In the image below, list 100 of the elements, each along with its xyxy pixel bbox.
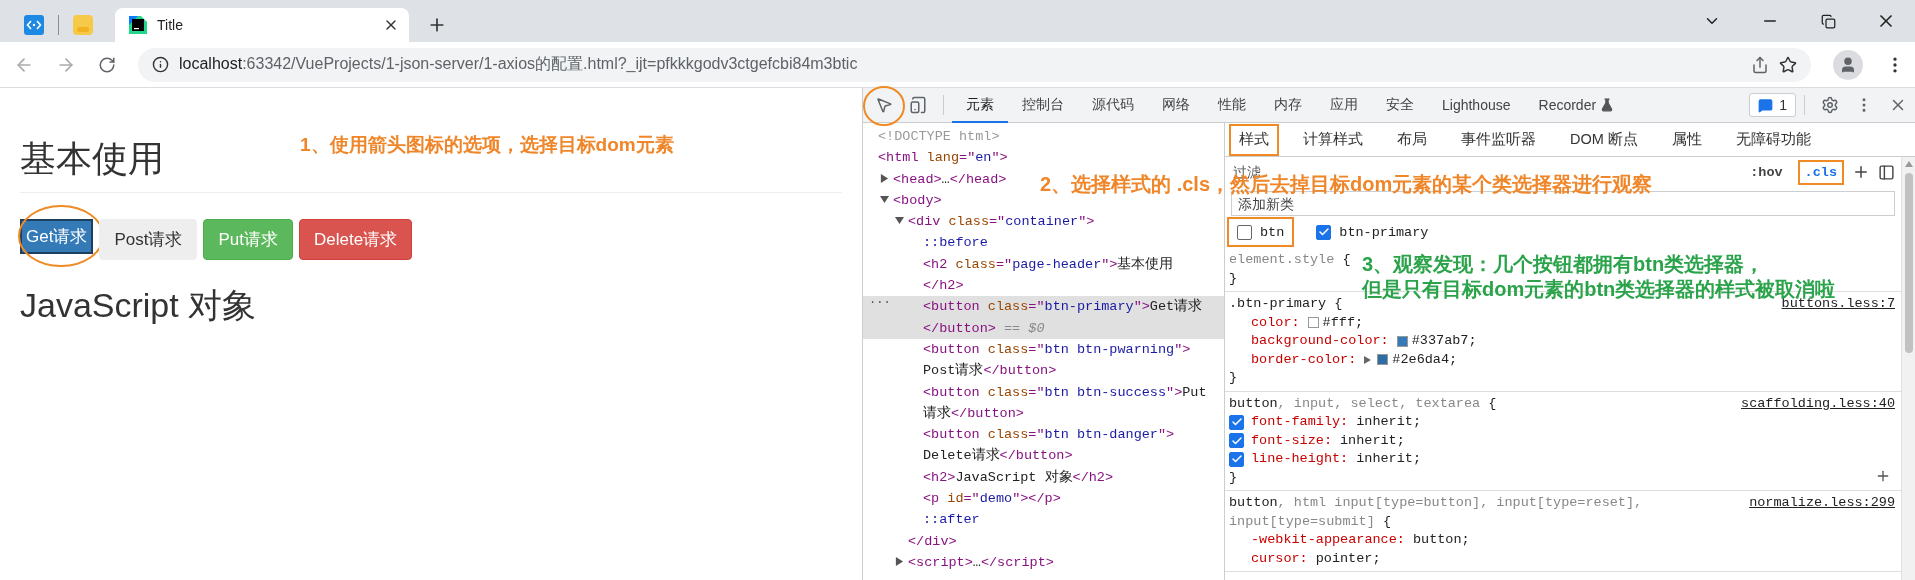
property-name: color:	[1251, 313, 1300, 332]
styles-tab[interactable]: DOM 断点	[1560, 123, 1648, 156]
request-button[interactable]: Get请求	[20, 219, 94, 254]
code-line[interactable]: 请求</button>	[923, 402, 1024, 425]
annotation-text: 3、观察发现：几个按钮都拥有btn类选择器， 但是只有目标dom元素的btn类选择器的样式被取消啦	[1362, 252, 1836, 300]
property-name: cursor:	[1251, 549, 1308, 568]
styles-tab[interactable]: 布局	[1387, 123, 1437, 156]
styles-tab[interactable]: 样式	[1229, 123, 1279, 156]
closing-brace: }	[1229, 269, 1238, 288]
star-icon[interactable]	[1779, 55, 1797, 74]
address-bar[interactable]: localhost:63342/VueProjects/1-json-server/1-axios的配置.html?_ijt=pfkkkgodv3ctgefcbi84m3btic	[138, 47, 1811, 82]
class-label: btn	[1260, 224, 1285, 240]
code-line[interactable]: <button class="btn-primary">Get请求	[923, 296, 1203, 318]
styles-tab[interactable]: 事件监听器	[1451, 123, 1546, 156]
reload-icon[interactable]	[98, 55, 116, 74]
property-name: background-color:	[1251, 332, 1389, 350]
request-button[interactable]: Post请求	[99, 219, 198, 260]
code-line[interactable]: <h2 class="page-header">基本使用	[923, 253, 1174, 276]
expand-triangle-icon[interactable]	[880, 173, 889, 183]
collapse-triangle-icon[interactable]	[880, 195, 889, 205]
devtools-tab[interactable]: 应用	[1316, 87, 1372, 123]
devtools-tab[interactable]: 源代码	[1078, 87, 1148, 123]
code-line[interactable]: <body>	[893, 189, 942, 212]
code-line[interactable]: ::after	[923, 509, 980, 531]
code-line[interactable]: <div class="container">	[908, 211, 1095, 233]
property-value: inherit;	[1356, 450, 1422, 468]
flask-icon	[1600, 98, 1615, 112]
selected-row[interactable]: </button> == $0	[863, 317, 1224, 339]
code-line[interactable]: ::before	[923, 232, 988, 254]
devtools-tab[interactable]: 性能	[1204, 87, 1260, 123]
more-indicator[interactable]: ···	[869, 296, 891, 311]
code-line[interactable]: </h2>	[923, 275, 964, 297]
share-icon[interactable]	[1751, 55, 1769, 74]
css-selector: button, html input[type=button], input[type=reset],	[1229, 494, 1643, 512]
code-line[interactable]: <button class="btn btn-success">Put	[923, 381, 1207, 403]
code-line[interactable]: <button class="btn btn-danger">	[923, 424, 1175, 446]
code-line[interactable]: </button> == $0	[923, 317, 1045, 339]
checkbox[interactable]	[1229, 433, 1244, 449]
property-value: #2e6da4;	[1392, 350, 1458, 369]
code-line[interactable]: <head>…</head>	[893, 168, 1007, 190]
styles-tab[interactable]: 属性	[1661, 123, 1712, 156]
page-subheading: JavaScript 对象	[20, 285, 258, 325]
expand-triangle-icon[interactable]	[1364, 355, 1372, 364]
sidebar-toggle-icon[interactable]	[1878, 163, 1895, 181]
devtools-tab[interactable]: 安全	[1372, 87, 1428, 123]
property-name: font-size:	[1251, 431, 1332, 450]
checkbox[interactable]	[1229, 451, 1244, 467]
color-swatch[interactable]	[1396, 335, 1408, 347]
devtools-tab[interactable]: 网络	[1148, 87, 1204, 123]
app-icon	[73, 15, 93, 35]
code-line[interactable]: <h2>JavaScript 对象</h2>	[923, 466, 1114, 489]
request-button[interactable]: Delete请求	[298, 219, 413, 260]
property-name: border-color:	[1251, 350, 1357, 369]
checkbox[interactable]	[1316, 224, 1332, 240]
code-line[interactable]: <script>…</script>	[908, 551, 1054, 574]
add-rule-icon[interactable]	[1852, 163, 1870, 181]
color-swatch[interactable]	[1377, 354, 1389, 366]
color-swatch[interactable]	[1307, 317, 1319, 329]
checkbox[interactable]	[1229, 414, 1244, 430]
issues-button[interactable]: 1	[1749, 93, 1796, 117]
browser-tab[interactable]: Title	[115, 8, 409, 42]
add-declaration-icon[interactable]	[1875, 468, 1891, 484]
avatar[interactable]	[1833, 49, 1863, 80]
property-name: -webkit-appearance:	[1251, 531, 1405, 549]
restore-icon[interactable]	[1820, 13, 1836, 29]
source-link[interactable]: scaffolding.less:40	[1741, 394, 1895, 413]
expand-triangle-icon[interactable]	[895, 557, 904, 567]
property-name: font-family:	[1251, 413, 1349, 431]
device-icon[interactable]	[909, 96, 927, 114]
class-label: btn-primary	[1339, 224, 1429, 240]
url-text: localhost:63342/VueProjects/1-json-server/1-axios的配置.html?_ijt=pfkkkgodv3ctgefcbi84m3btic	[179, 54, 858, 74]
styles-tab[interactable]: 计算样式	[1293, 123, 1373, 156]
property-value: inherit;	[1340, 431, 1405, 450]
code-line[interactable]: <html lang="en">	[878, 147, 1008, 169]
selected-row[interactable]: ··· <button class="btn-primary">Get请求	[863, 296, 1224, 318]
info-icon[interactable]	[152, 56, 169, 73]
code-line[interactable]: <p id="demo"></p>	[923, 488, 1061, 510]
property-value: inherit;	[1356, 413, 1422, 431]
source-link[interactable]: normalize.less:299	[1749, 494, 1895, 513]
code-line[interactable]: <button class="btn btn-pwarning">	[923, 338, 1191, 361]
toggle-button[interactable]: .cls	[1797, 159, 1844, 185]
devtools-tab[interactable]: Recorder	[1524, 87, 1629, 123]
css-selector: input[type=submit] {	[1229, 512, 1392, 531]
property-value: pointer;	[1315, 549, 1381, 568]
settings-icon[interactable]	[1821, 96, 1839, 114]
property-name: line-height:	[1251, 450, 1349, 468]
devtools-tab[interactable]: Lighthouse	[1428, 87, 1525, 123]
code-line[interactable]: Post请求</button>	[923, 360, 1057, 382]
scrollbar-thumb[interactable]	[1904, 173, 1913, 353]
devtools-tab[interactable]: 内存	[1260, 87, 1316, 123]
code-line[interactable]: Delete请求</button>	[923, 445, 1073, 467]
devtools-tab[interactable]: 元素	[952, 87, 1008, 123]
collapse-triangle-icon[interactable]	[895, 216, 904, 226]
toggle-button[interactable]: :hov	[1743, 159, 1790, 185]
devtools-tab[interactable]: 控制台	[1008, 87, 1078, 123]
code-line[interactable]: </div>	[908, 530, 957, 552]
scrollbar[interactable]	[1901, 157, 1915, 580]
styles-tab[interactable]: 无障碍功能	[1725, 123, 1821, 156]
inspect-icon[interactable]	[875, 96, 893, 114]
checkbox[interactable]	[1237, 224, 1252, 240]
